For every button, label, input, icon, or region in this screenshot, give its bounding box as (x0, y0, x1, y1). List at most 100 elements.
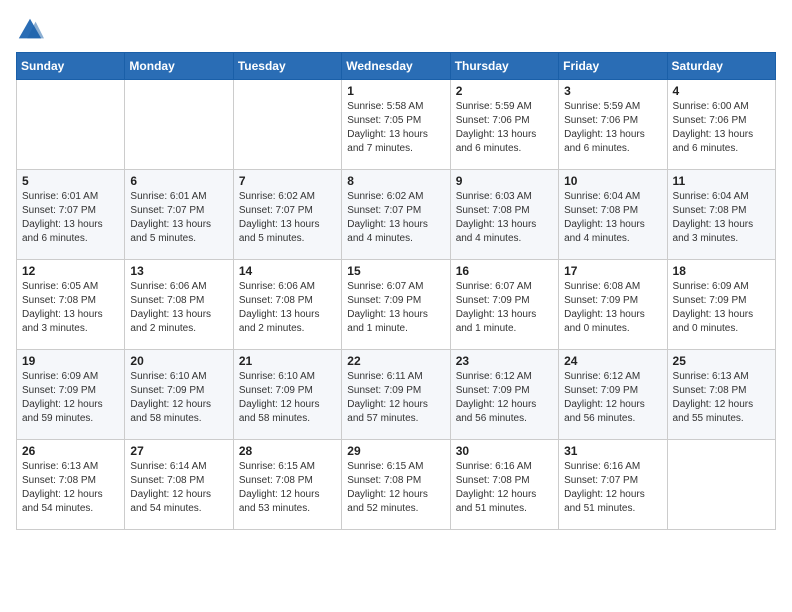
day-info: Sunrise: 6:07 AM Sunset: 7:09 PM Dayligh… (456, 280, 553, 336)
calendar-cell (17, 80, 125, 170)
calendar-cell: 8Sunrise: 6:02 AM Sunset: 7:07 PM Daylig… (342, 170, 450, 260)
page-header (16, 16, 776, 44)
day-number: 20 (130, 354, 227, 368)
calendar-week-3: 19Sunrise: 6:09 AM Sunset: 7:09 PM Dayli… (17, 350, 776, 440)
day-info: Sunrise: 6:01 AM Sunset: 7:07 PM Dayligh… (130, 190, 227, 246)
calendar-header: SundayMondayTuesdayWednesdayThursdayFrid… (17, 53, 776, 80)
day-number: 7 (239, 174, 336, 188)
header-cell-sunday: Sunday (17, 53, 125, 80)
day-info: Sunrise: 5:59 AM Sunset: 7:06 PM Dayligh… (564, 100, 661, 156)
day-info: Sunrise: 6:16 AM Sunset: 7:07 PM Dayligh… (564, 460, 661, 516)
day-info: Sunrise: 6:02 AM Sunset: 7:07 PM Dayligh… (239, 190, 336, 246)
calendar-cell: 18Sunrise: 6:09 AM Sunset: 7:09 PM Dayli… (667, 260, 775, 350)
day-info: Sunrise: 6:04 AM Sunset: 7:08 PM Dayligh… (564, 190, 661, 246)
day-info: Sunrise: 6:09 AM Sunset: 7:09 PM Dayligh… (22, 370, 119, 426)
calendar-cell: 22 Sunrise: 6:11 AM Sunset: 7:09 PM Dayli… (342, 350, 450, 440)
day-number: 25 (673, 354, 770, 368)
day-number: 18 (673, 264, 770, 278)
day-info: Sunrise: 6:11 AM Sunset: 7:09 PM Dayligh… (347, 370, 444, 426)
day-info: Sunrise: 5:58 AM Sunset: 7:05 PM Dayligh… (347, 100, 444, 156)
calendar-cell (667, 440, 775, 530)
header-cell-tuesday: Tuesday (233, 53, 341, 80)
day-info: Sunrise: 6:08 AM Sunset: 7:09 PM Dayligh… (564, 280, 661, 336)
day-number: 10 (564, 174, 661, 188)
calendar-cell: 17 Sunrise: 6:08 AM Sunset: 7:09 PM Dayli… (559, 260, 667, 350)
calendar-week-4: 26Sunrise: 6:13 AM Sunset: 7:08 PM Dayli… (17, 440, 776, 530)
day-info: Sunrise: 6:12 AM Sunset: 7:09 PM Dayligh… (564, 370, 661, 426)
logo (16, 16, 48, 44)
calendar-cell: 26Sunrise: 6:13 AM Sunset: 7:08 PM Dayli… (17, 440, 125, 530)
calendar-cell (125, 80, 233, 170)
calendar-cell: 19Sunrise: 6:09 AM Sunset: 7:09 PM Dayli… (17, 350, 125, 440)
calendar-cell: 11 Sunrise: 6:04 AM Sunset: 7:08 PM Dayli… (667, 170, 775, 260)
calendar-cell: 1 Sunrise: 5:58 AM Sunset: 7:05 PM Daylig… (342, 80, 450, 170)
day-info: Sunrise: 6:04 AM Sunset: 7:08 PM Dayligh… (673, 190, 770, 246)
calendar-cell: 3 Sunrise: 5:59 AM Sunset: 7:06 PM Daylig… (559, 80, 667, 170)
logo-icon (16, 16, 44, 44)
header-cell-friday: Friday (559, 53, 667, 80)
day-info: Sunrise: 6:05 AM Sunset: 7:08 PM Dayligh… (22, 280, 119, 336)
header-cell-monday: Monday (125, 53, 233, 80)
day-info: Sunrise: 6:07 AM Sunset: 7:09 PM Dayligh… (347, 280, 444, 336)
header-cell-saturday: Saturday (667, 53, 775, 80)
day-info: Sunrise: 6:01 AM Sunset: 7:07 PM Dayligh… (22, 190, 119, 246)
calendar-cell: 12 Sunrise: 6:05 AM Sunset: 7:08 PM Dayli… (17, 260, 125, 350)
calendar-cell: 25Sunrise: 6:13 AM Sunset: 7:08 PM Dayli… (667, 350, 775, 440)
day-number: 2 (456, 84, 553, 98)
day-info: Sunrise: 6:16 AM Sunset: 7:08 PM Dayligh… (456, 460, 553, 516)
calendar-cell: 14Sunrise: 6:06 AM Sunset: 7:08 PM Dayli… (233, 260, 341, 350)
day-number: 23 (456, 354, 553, 368)
day-number: 8 (347, 174, 444, 188)
day-number: 15 (347, 264, 444, 278)
calendar-cell: 2 Sunrise: 5:59 AM Sunset: 7:06 PM Daylig… (450, 80, 558, 170)
header-cell-wednesday: Wednesday (342, 53, 450, 80)
day-info: Sunrise: 6:03 AM Sunset: 7:08 PM Dayligh… (456, 190, 553, 246)
calendar-cell: 10 Sunrise: 6:04 AM Sunset: 7:08 PM Dayli… (559, 170, 667, 260)
day-number: 31 (564, 444, 661, 458)
calendar-cell: 21 Sunrise: 6:10 AM Sunset: 7:09 PM Dayli… (233, 350, 341, 440)
day-number: 21 (239, 354, 336, 368)
calendar-cell: 20 Sunrise: 6:10 AM Sunset: 7:09 PM Dayli… (125, 350, 233, 440)
calendar-cell: 24 Sunrise: 6:12 AM Sunset: 7:09 PM Dayli… (559, 350, 667, 440)
day-number: 29 (347, 444, 444, 458)
calendar-cell: 13 Sunrise: 6:06 AM Sunset: 7:08 PM Dayli… (125, 260, 233, 350)
calendar-cell: 4Sunrise: 6:00 AM Sunset: 7:06 PM Daylig… (667, 80, 775, 170)
calendar-cell: 31 Sunrise: 6:16 AM Sunset: 7:07 PM Dayli… (559, 440, 667, 530)
day-number: 11 (673, 174, 770, 188)
calendar-cell (233, 80, 341, 170)
day-number: 9 (456, 174, 553, 188)
day-info: Sunrise: 6:12 AM Sunset: 7:09 PM Dayligh… (456, 370, 553, 426)
day-info: Sunrise: 6:06 AM Sunset: 7:08 PM Dayligh… (239, 280, 336, 336)
day-number: 26 (22, 444, 119, 458)
calendar-cell: 9 Sunrise: 6:03 AM Sunset: 7:08 PM Daylig… (450, 170, 558, 260)
day-info: Sunrise: 6:06 AM Sunset: 7:08 PM Dayligh… (130, 280, 227, 336)
calendar-cell: 16Sunrise: 6:07 AM Sunset: 7:09 PM Dayli… (450, 260, 558, 350)
day-number: 24 (564, 354, 661, 368)
day-info: Sunrise: 6:15 AM Sunset: 7:08 PM Dayligh… (239, 460, 336, 516)
calendar-cell: 5Sunrise: 6:01 AM Sunset: 7:07 PM Daylig… (17, 170, 125, 260)
day-number: 17 (564, 264, 661, 278)
day-number: 4 (673, 84, 770, 98)
day-info: Sunrise: 6:15 AM Sunset: 7:08 PM Dayligh… (347, 460, 444, 516)
day-number: 22 (347, 354, 444, 368)
calendar-table: SundayMondayTuesdayWednesdayThursdayFrid… (16, 52, 776, 530)
day-number: 3 (564, 84, 661, 98)
day-number: 1 (347, 84, 444, 98)
day-info: Sunrise: 5:59 AM Sunset: 7:06 PM Dayligh… (456, 100, 553, 156)
day-info: Sunrise: 6:10 AM Sunset: 7:09 PM Dayligh… (130, 370, 227, 426)
calendar-cell: 15 Sunrise: 6:07 AM Sunset: 7:09 PM Dayli… (342, 260, 450, 350)
calendar-week-0: 1 Sunrise: 5:58 AM Sunset: 7:05 PM Daylig… (17, 80, 776, 170)
day-number: 12 (22, 264, 119, 278)
header-cell-thursday: Thursday (450, 53, 558, 80)
day-number: 28 (239, 444, 336, 458)
calendar-body: 1 Sunrise: 5:58 AM Sunset: 7:05 PM Daylig… (17, 80, 776, 530)
header-row: SundayMondayTuesdayWednesdayThursdayFrid… (17, 53, 776, 80)
calendar-cell: 30Sunrise: 6:16 AM Sunset: 7:08 PM Dayli… (450, 440, 558, 530)
calendar-cell: 28 Sunrise: 6:15 AM Sunset: 7:08 PM Dayli… (233, 440, 341, 530)
day-number: 27 (130, 444, 227, 458)
calendar-cell: 6Sunrise: 6:01 AM Sunset: 7:07 PM Daylig… (125, 170, 233, 260)
calendar-cell: 7 Sunrise: 6:02 AM Sunset: 7:07 PM Daylig… (233, 170, 341, 260)
day-info: Sunrise: 6:10 AM Sunset: 7:09 PM Dayligh… (239, 370, 336, 426)
day-number: 13 (130, 264, 227, 278)
day-info: Sunrise: 6:14 AM Sunset: 7:08 PM Dayligh… (130, 460, 227, 516)
